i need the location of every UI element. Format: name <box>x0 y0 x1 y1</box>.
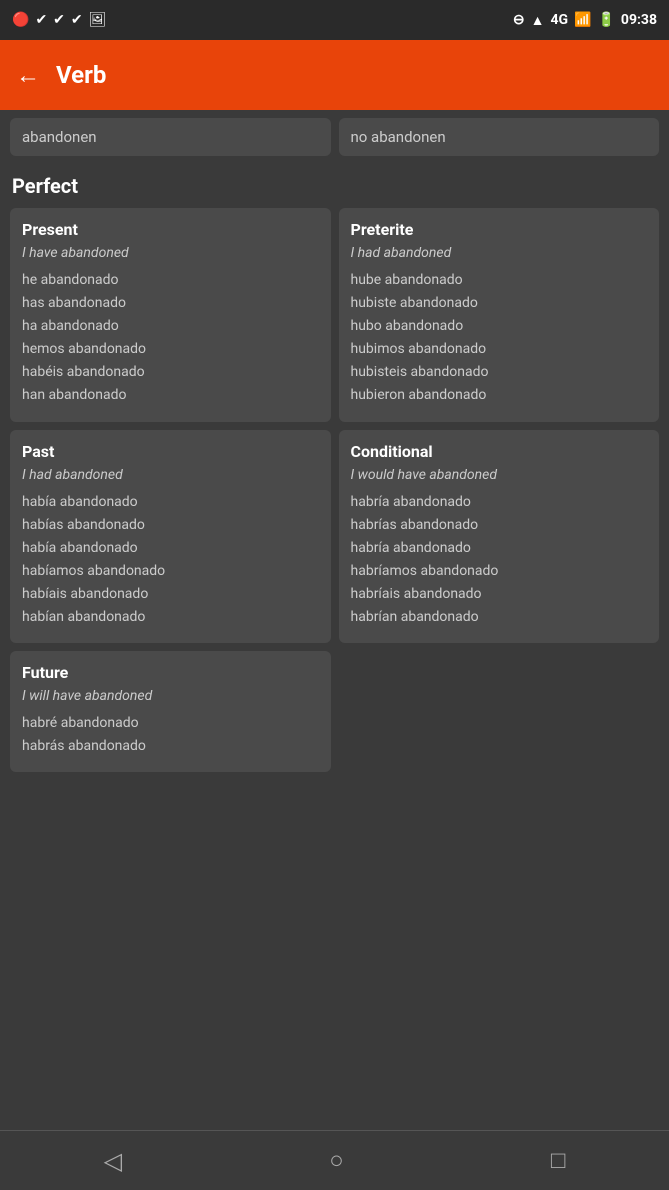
past-item-1: habías abandonado <box>22 514 319 537</box>
wifi-icon: ▲ <box>531 12 545 29</box>
present-title: Present <box>22 220 319 239</box>
home-nav-button[interactable]: ○ <box>329 1146 344 1175</box>
main-content: abandonen no abandonen Perfect Present I… <box>0 110 669 858</box>
past-item-5: habían abandonado <box>22 606 319 629</box>
present-preterite-row: Present I have abandoned he abandonado h… <box>10 208 659 422</box>
past-item-3: habíamos abandonado <box>22 560 319 583</box>
conditional-item-5: habrían abandonado <box>351 606 648 629</box>
check-icon2: ✔ <box>53 12 65 28</box>
check-icon1: ✔ <box>35 12 47 28</box>
nav-bar: ◁ ○ □ <box>0 1130 669 1190</box>
image-icon: 🖼 <box>89 12 107 28</box>
past-title: Past <box>22 442 319 461</box>
present-subtitle: I have abandoned <box>22 245 319 261</box>
present-cell: Present I have abandoned he abandonado h… <box>10 208 331 422</box>
preterite-item-4: hubisteis abandonado <box>351 361 648 384</box>
past-item-0: había abandonado <box>22 491 319 514</box>
preterite-item-3: hubimos abandonado <box>351 338 648 361</box>
present-item-2: ha abandonado <box>22 315 319 338</box>
preterite-item-5: hubieron abandonado <box>351 384 648 407</box>
no-abandonen-cell: no abandonen <box>339 118 660 156</box>
future-item-1: habrás abandonado <box>22 735 319 758</box>
preterite-item-0: hube abandonado <box>351 269 648 292</box>
preterite-subtitle: I had abandoned <box>351 245 648 261</box>
conditional-item-1: habrías abandonado <box>351 514 648 537</box>
present-item-1: has abandonado <box>22 292 319 315</box>
signal-icon: 📶 <box>574 12 591 28</box>
preterite-item-2: hubo abandonado <box>351 315 648 338</box>
present-item-3: hemos abandonado <box>22 338 319 361</box>
conditional-item-2: habría abandonado <box>351 537 648 560</box>
status-bar: 🔴 ✔ ✔ ✔ 🖼 ⊖ ▲ 4G 📶 🔋 09:38 <box>0 0 669 40</box>
preterite-title: Preterite <box>351 220 648 239</box>
past-subtitle: I had abandoned <box>22 467 319 483</box>
present-item-4: habéis abandonado <box>22 361 319 384</box>
past-item-2: había abandonado <box>22 537 319 560</box>
check-icon3: ✔ <box>71 12 83 28</box>
battery-icon: 🔋 <box>597 12 614 28</box>
future-item-0: habré abandonado <box>22 712 319 735</box>
app-title: Verb <box>56 61 106 89</box>
future-title: Future <box>22 663 319 682</box>
conditional-cell: Conditional I would have abandoned habrí… <box>339 430 660 644</box>
conditional-item-0: habría abandonado <box>351 491 648 514</box>
conditional-item-4: habríais abandonado <box>351 583 648 606</box>
future-cell: Future I will have abandoned habré aband… <box>10 651 331 772</box>
preterite-item-1: hubiste abandonado <box>351 292 648 315</box>
status-left: 🔴 ✔ ✔ ✔ 🖼 <box>12 12 106 28</box>
sim-icon: 🔴 <box>12 12 29 28</box>
conditional-subtitle: I would have abandoned <box>351 467 648 483</box>
present-item-5: han abandonado <box>22 384 319 407</box>
top-conjugation-row: abandonen no abandonen <box>10 118 659 156</box>
present-item-0: he abandonado <box>22 269 319 292</box>
status-right: ⊖ ▲ 4G 📶 🔋 09:38 <box>513 12 657 29</box>
back-button[interactable]: ← <box>16 61 40 90</box>
past-cell: Past I had abandoned había abandonado ha… <box>10 430 331 644</box>
past-item-4: habíais abandonado <box>22 583 319 606</box>
back-nav-button[interactable]: ◁ <box>104 1147 122 1175</box>
future-subtitle: I will have abandoned <box>22 688 319 704</box>
conditional-title: Conditional <box>351 442 648 461</box>
no-sign-icon: ⊖ <box>513 12 525 28</box>
perfect-section-header: Perfect <box>10 168 659 208</box>
preterite-cell: Preterite I had abandoned hube abandonad… <box>339 208 660 422</box>
abandonen-cell: abandonen <box>10 118 331 156</box>
past-conditional-row: Past I had abandoned había abandonado ha… <box>10 430 659 644</box>
network-label: 4G <box>550 12 568 28</box>
time-display: 09:38 <box>621 12 657 28</box>
app-bar: ← Verb <box>0 40 669 110</box>
conditional-item-3: habríamos abandonado <box>351 560 648 583</box>
recent-nav-button[interactable]: □ <box>551 1146 566 1175</box>
